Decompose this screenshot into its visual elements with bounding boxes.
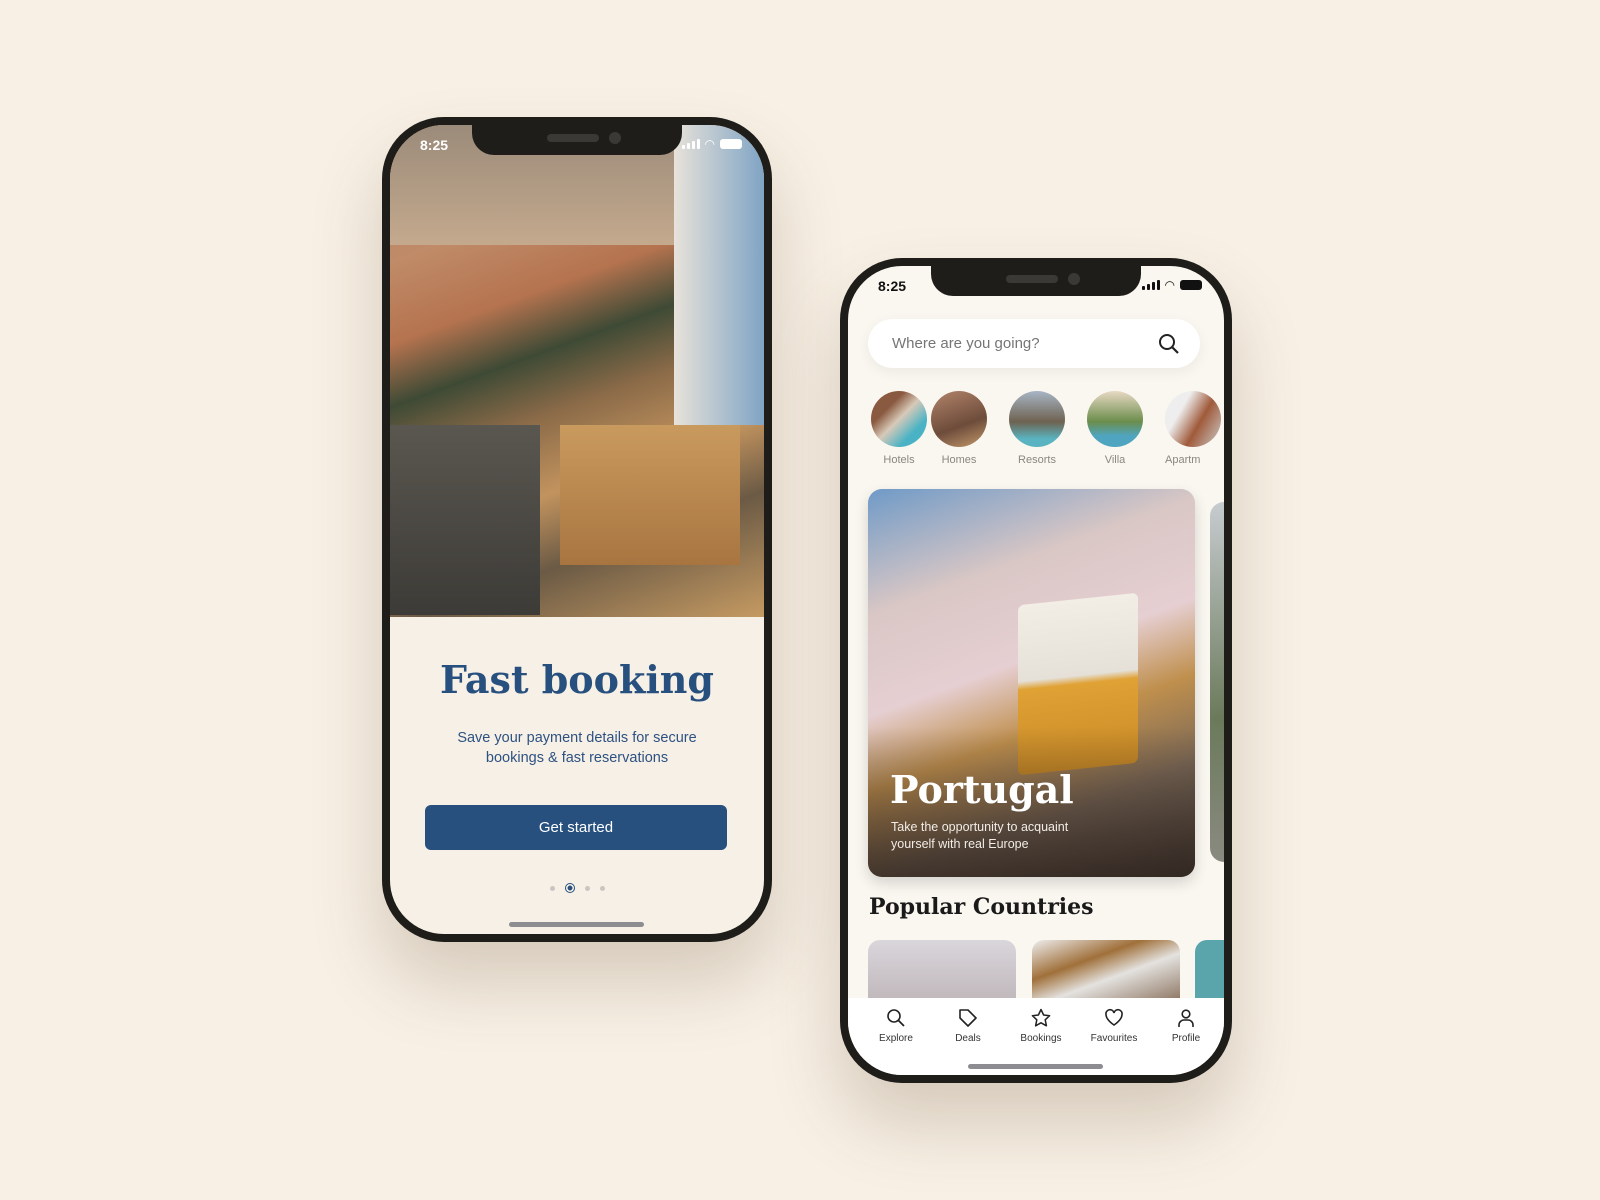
star-icon [1031, 1008, 1051, 1027]
heart-icon [1105, 1008, 1123, 1026]
search-icon[interactable] [1158, 333, 1180, 355]
onboarding-title: Fast booking [440, 657, 714, 702]
onboarding-screen: 8:25 ◠ Fast booking Save your payment de… [390, 125, 764, 934]
category-image[interactable] [871, 391, 927, 447]
home-indicator [509, 922, 644, 927]
signal-icon [1141, 280, 1160, 290]
status-time: 8:25 [420, 137, 449, 153]
page-dot[interactable] [599, 885, 605, 891]
status-time: 8:25 [878, 278, 907, 294]
featured-card-portugal[interactable]: Portugal Take the opportunity to acquain… [868, 489, 1195, 877]
nav-profile[interactable]: Profile [1148, 998, 1224, 1044]
onboarding-subtitle: Save your payment details for secure boo… [457, 730, 697, 766]
featured-title: Portugal [890, 767, 1074, 812]
notch [931, 266, 1141, 296]
featured-description: Take the opportunity to acquaint yoursel… [891, 820, 1069, 851]
category-image[interactable] [1009, 391, 1065, 447]
page-dot-active[interactable] [564, 883, 575, 893]
battery-icon [720, 139, 742, 149]
get-started-button[interactable]: Get started [425, 805, 727, 850]
search-bar[interactable] [868, 319, 1200, 368]
onboarding-phone: 8:25 ◠ Fast booking Save your payment de… [382, 117, 772, 942]
search-icon [887, 1009, 905, 1027]
nav-favourites[interactable]: Favourites [1076, 998, 1152, 1044]
page-indicator[interactable] [390, 883, 764, 893]
nav-deals[interactable]: Deals [930, 998, 1006, 1044]
nav-explore[interactable]: Explore [858, 998, 934, 1044]
category-image[interactable] [1087, 391, 1143, 447]
notch [472, 125, 682, 155]
wifi-icon: ◠ [704, 137, 715, 151]
search-input[interactable] [892, 319, 1152, 368]
section-title: Popular Countries [869, 894, 1094, 920]
user-icon [1178, 1009, 1194, 1027]
hero-image [390, 125, 764, 617]
page-dot[interactable] [549, 885, 555, 891]
home-indicator [968, 1064, 1103, 1069]
status-icons: ◠ [1141, 278, 1202, 292]
page-dot[interactable] [584, 885, 590, 891]
signal-icon [681, 139, 700, 149]
nav-bookings[interactable]: Bookings [1003, 998, 1079, 1044]
explore-phone: 8:25 ◠ Hotels Homes Resorts Villa Apartm… [840, 258, 1232, 1083]
category-image[interactable] [931, 391, 987, 447]
status-icons: ◠ [681, 137, 742, 151]
wifi-icon: ◠ [1164, 278, 1175, 292]
next-card-peek[interactable] [1210, 502, 1224, 862]
tag-icon [959, 1009, 977, 1027]
battery-icon [1180, 280, 1202, 290]
explore-screen: 8:25 ◠ Hotels Homes Resorts Villa Apartm… [848, 266, 1224, 1075]
category-image[interactable] [1165, 391, 1221, 447]
